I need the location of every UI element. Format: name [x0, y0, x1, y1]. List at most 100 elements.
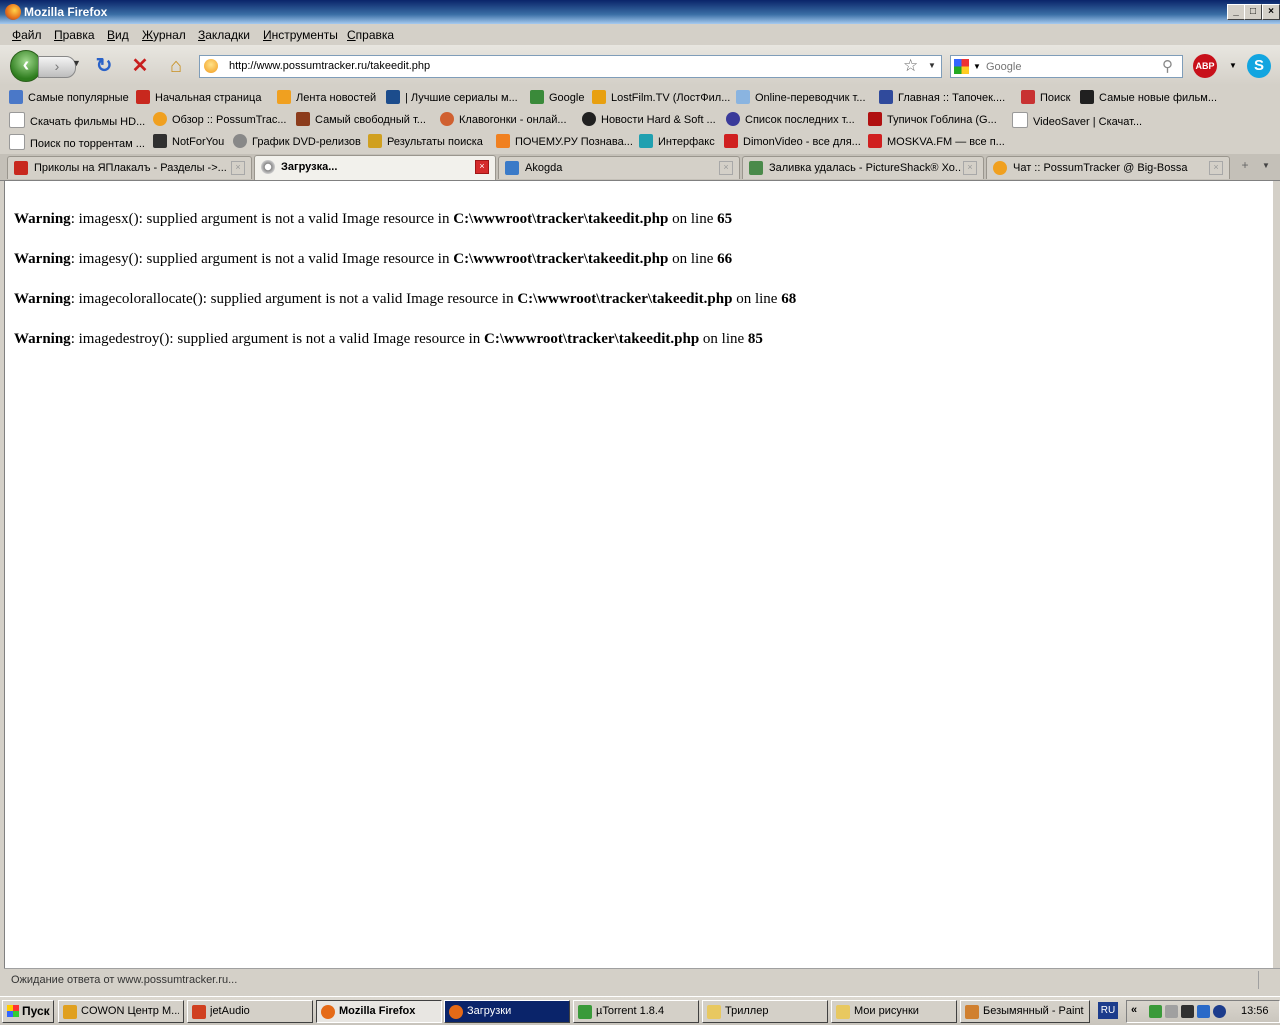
bookmark-favicon-icon: [1080, 90, 1094, 104]
taskbar-item-cowon[interactable]: COWON Центр М...: [58, 1000, 184, 1023]
tab-close-icon[interactable]: ×: [475, 160, 489, 174]
bookmark-item[interactable]: Скачать фильмы HD...: [9, 112, 145, 128]
bookmark-item[interactable]: Обзор :: PossumTrac...: [153, 112, 287, 126]
antivirus-tray-icon[interactable]: [1197, 1005, 1210, 1018]
bookmark-item[interactable]: Самые новые фильм...: [1080, 90, 1217, 104]
tab-close-icon[interactable]: ×: [963, 161, 977, 175]
steam-tray-icon[interactable]: [1181, 1005, 1194, 1018]
bookmark-item[interactable]: NotForYou: [153, 134, 224, 148]
tab-close-icon[interactable]: ×: [1209, 161, 1223, 175]
taskbar-item-firefox[interactable]: Mozilla Firefox: [316, 1000, 442, 1023]
bookmark-favicon-icon: [153, 112, 167, 126]
system-tray: « 13:56: [1126, 1000, 1280, 1023]
bookmark-item[interactable]: Список последних т...: [726, 112, 855, 126]
google-engine-icon[interactable]: [954, 59, 969, 74]
search-icon[interactable]: ⚲: [1162, 57, 1173, 75]
menu-help[interactable]: Справка: [347, 28, 394, 42]
bookmark-item[interactable]: Поиск: [1021, 90, 1070, 104]
search-input[interactable]: [984, 58, 1158, 75]
window-edge: [1273, 181, 1280, 968]
new-tab-icon[interactable]: +: [1234, 158, 1256, 178]
bookmark-item[interactable]: ПОЧЕМУ.РУ Познава...: [496, 134, 633, 148]
folder-icon: [707, 1005, 721, 1019]
bookmark-item[interactable]: Самый свободный т...: [296, 112, 426, 126]
bookmark-item[interactable]: Online-переводчик т...: [736, 90, 866, 104]
bookmark-item[interactable]: Поиск по торрентам ...: [9, 134, 145, 150]
tab-close-icon[interactable]: ×: [719, 161, 733, 175]
taskbar-item-folder-thriller[interactable]: Триллер: [702, 1000, 828, 1023]
start-button[interactable]: Пуск: [2, 1000, 54, 1023]
bookmark-item[interactable]: Лента новостей: [277, 90, 376, 104]
url-dropdown-icon[interactable]: ▼: [928, 61, 936, 70]
tab-close-icon[interactable]: ×: [231, 161, 245, 175]
bookmark-favicon-icon: [879, 90, 893, 104]
taskbar-item-utorrent[interactable]: µTorrent 1.8.4: [573, 1000, 699, 1023]
window-title: Mozilla Firefox: [24, 5, 108, 19]
page-icon: [9, 112, 25, 128]
bookmark-item[interactable]: Самые популярные: [9, 90, 129, 104]
utorrent-tray-icon[interactable]: [1149, 1005, 1162, 1018]
bookmarks-toolbar-row-3: Поиск по торрентам ... NotForYou График …: [0, 130, 1280, 152]
tab-favicon-icon: [993, 161, 1007, 175]
bookmark-star-icon[interactable]: ☆: [903, 56, 918, 76]
bookmark-item[interactable]: Новости Hard & Soft ...: [582, 112, 716, 126]
adblock-plus-button[interactable]: ABP: [1193, 54, 1217, 78]
menu-file[interactable]: Файл: [12, 28, 42, 42]
url-bar[interactable]: http://www.possumtracker.ru/takeedit.php…: [199, 55, 942, 78]
bookmark-favicon-icon: [440, 112, 454, 126]
tab-list-dropdown-icon[interactable]: ▼: [1262, 161, 1270, 170]
bookmark-item[interactable]: Google: [530, 90, 584, 104]
search-bar[interactable]: ▼ ⚲: [950, 55, 1183, 78]
network-tray-icon[interactable]: [1165, 1005, 1178, 1018]
tab-chat[interactable]: Чат :: PossumTracker @ Big-Bossa ×: [986, 156, 1230, 179]
taskbar-item-downloads[interactable]: Загрузки: [444, 1000, 570, 1023]
bookmark-item[interactable]: DimonVideo - все для...: [724, 134, 861, 148]
menu-edit[interactable]: Правка: [54, 28, 95, 42]
bookmark-item[interactable]: | Лучшие сериалы м...: [386, 90, 518, 104]
menu-history[interactable]: Журнал: [142, 28, 186, 42]
maximize-button[interactable]: □: [1244, 4, 1262, 20]
taskbar-item-jetaudio[interactable]: jetAudio: [187, 1000, 313, 1023]
resize-grip[interactable]: [1258, 971, 1279, 989]
forward-button[interactable]: ›: [38, 56, 76, 78]
url-text[interactable]: http://www.possumtracker.ru/takeedit.php: [229, 60, 430, 72]
reload-icon[interactable]: ↻: [93, 55, 115, 77]
bookmark-item[interactable]: LostFilm.TV (ЛостФил...: [592, 90, 730, 104]
taskbar-item-paint[interactable]: Безымянный - Paint: [960, 1000, 1090, 1023]
taskbar-item-my-pictures[interactable]: Мои рисунки: [831, 1000, 957, 1023]
bookmark-item[interactable]: График DVD-релизов: [233, 134, 361, 148]
adblock-dropdown-icon[interactable]: ▼: [1229, 61, 1237, 70]
bookmark-item[interactable]: Тупичок Гоблина (G...: [868, 112, 997, 126]
menu-bookmarks[interactable]: Закладки: [198, 28, 250, 42]
skype-icon[interactable]: S: [1247, 54, 1271, 78]
menu-view[interactable]: Вид: [107, 28, 129, 42]
tab-pictureshack[interactable]: Заливка удалась - PictureShack® Хо... ×: [742, 156, 984, 179]
bookmark-item[interactable]: Результаты поиска: [368, 134, 483, 148]
history-dropdown-icon[interactable]: ▼: [72, 58, 81, 68]
bookmark-item[interactable]: Интерфакс: [639, 134, 715, 148]
bookmark-item[interactable]: Начальная страница: [136, 90, 261, 104]
title-bar: Mozilla Firefox _ □ ×: [0, 0, 1280, 24]
bookmark-item[interactable]: MOSKVA.FM — все п...: [868, 134, 1005, 148]
language-indicator[interactable]: RU: [1098, 1002, 1118, 1019]
bookmark-item[interactable]: Клавогонки - онлай...: [440, 112, 567, 126]
bookmark-item[interactable]: VideoSaver | Скачат...: [1012, 112, 1142, 128]
firefox-icon: [5, 4, 21, 20]
engine-dropdown-icon[interactable]: ▼: [973, 62, 981, 71]
menu-tools[interactable]: Инструменты: [263, 28, 338, 42]
tray-expand-icon[interactable]: «: [1131, 1004, 1137, 1016]
close-button[interactable]: ×: [1262, 4, 1280, 20]
tab-loading[interactable]: Загрузка... ×: [254, 155, 496, 180]
tab-yaplakal[interactable]: Приколы на ЯПлакалъ - Разделы ->... ×: [7, 156, 252, 179]
info-tray-icon[interactable]: [1213, 1005, 1226, 1018]
bookmark-favicon-icon: [296, 112, 310, 126]
clock[interactable]: 13:56: [1241, 1005, 1269, 1017]
stop-icon[interactable]: ✕: [129, 55, 151, 77]
minimize-button[interactable]: _: [1227, 4, 1245, 20]
home-icon[interactable]: ⌂: [165, 55, 187, 77]
bookmark-favicon-icon: [9, 90, 23, 104]
bookmark-item[interactable]: Главная :: Тапочек....: [879, 90, 1005, 104]
tab-akogda[interactable]: Akogda ×: [498, 156, 740, 179]
film-reel-icon: [233, 134, 247, 148]
rss-icon: [277, 90, 291, 104]
